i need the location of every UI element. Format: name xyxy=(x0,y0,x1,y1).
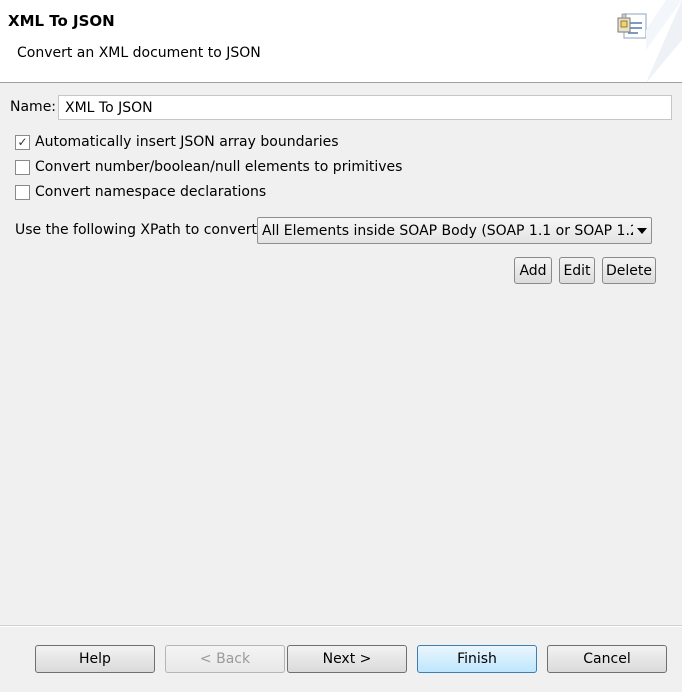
checkbox-empty[interactable] xyxy=(15,184,30,200)
finish-button[interactable]: Finish xyxy=(417,645,537,673)
name-input[interactable] xyxy=(58,95,672,120)
wizard-header: XML To JSON Convert an XML document to J… xyxy=(0,0,682,83)
wizard-document-icon xyxy=(617,13,647,39)
checkbox-label: Automatically insert JSON array boundari… xyxy=(35,134,339,150)
add-button[interactable]: Add xyxy=(514,257,552,284)
page-description: Convert an XML document to JSON xyxy=(17,45,261,61)
xpath-label: Use the following XPath to convert: xyxy=(15,222,262,238)
edit-button[interactable]: Edit xyxy=(559,257,595,284)
checkbox-empty[interactable] xyxy=(15,159,30,175)
header-decoration xyxy=(646,0,682,82)
chevron-down-icon[interactable] xyxy=(633,227,651,234)
checkbox-convert-namespace[interactable]: Convert namespace declarations xyxy=(15,182,266,202)
delete-button[interactable]: Delete xyxy=(602,257,656,284)
checkbox-label: Convert namespace declarations xyxy=(35,184,267,200)
xpath-selected-value: All Elements inside SOAP Body (SOAP 1.1 … xyxy=(262,222,633,239)
xpath-select[interactable]: All Elements inside SOAP Body (SOAP 1.1 … xyxy=(257,217,652,244)
checkmark-icon[interactable]: ✓ xyxy=(15,134,30,150)
footer-divider-highlight xyxy=(0,626,682,627)
help-button[interactable]: Help xyxy=(35,645,155,673)
checkbox-convert-primitives[interactable]: Convert number/boolean/null elements to … xyxy=(15,157,402,177)
cancel-button[interactable]: Cancel xyxy=(547,645,667,673)
next-button[interactable]: Next > xyxy=(287,645,407,673)
name-label: Name: xyxy=(10,99,57,115)
back-button[interactable]: < Back xyxy=(165,645,285,673)
checkbox-array-boundaries[interactable]: ✓ Automatically insert JSON array bounda… xyxy=(15,132,339,152)
page-title: XML To JSON xyxy=(8,12,115,30)
checkbox-label: Convert number/boolean/null elements to … xyxy=(35,159,403,175)
